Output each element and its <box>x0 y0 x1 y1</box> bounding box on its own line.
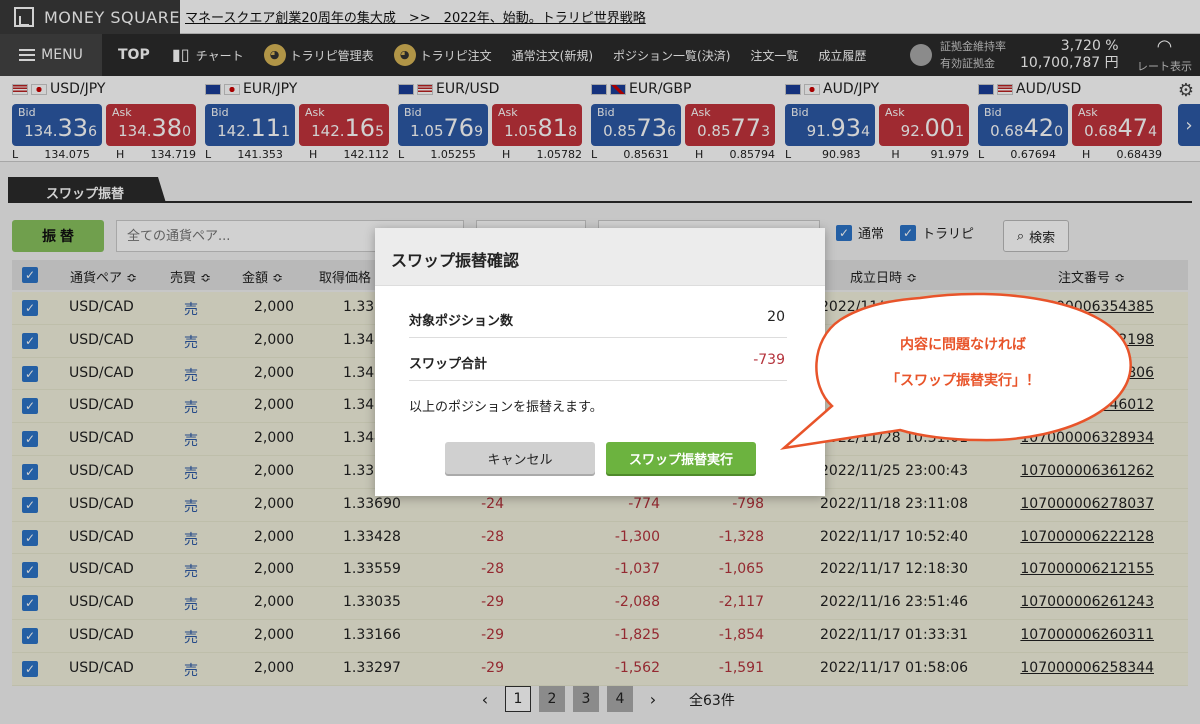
callout-text: 内容に問題なければ 「スワップ振替実行」！ <box>820 327 1106 399</box>
dialog-title: スワップ振替確認 <box>375 228 825 286</box>
callout-line-2: 「スワップ振替実行」！ <box>886 373 1040 389</box>
swap-confirm-dialog: スワップ振替確認 対象ポジション数 20 スワップ合計 -739 以上のポジショ… <box>375 228 825 496</box>
swap-total-label: スワップ合計 <box>409 357 488 372</box>
position-count-row: 対象ポジション数 20 <box>409 296 787 338</box>
execute-swap-button[interactable]: スワップ振替実行 <box>606 442 756 474</box>
cancel-button[interactable]: キャンセル <box>445 442 595 474</box>
callout-line-1: 内容に問題なければ <box>900 337 1026 353</box>
dialog-note: 以上のポジションを振替えます。 <box>409 400 603 415</box>
position-count-label: 対象ポジション数 <box>409 314 514 329</box>
swap-total-row: スワップ合計 -739 <box>409 339 787 381</box>
